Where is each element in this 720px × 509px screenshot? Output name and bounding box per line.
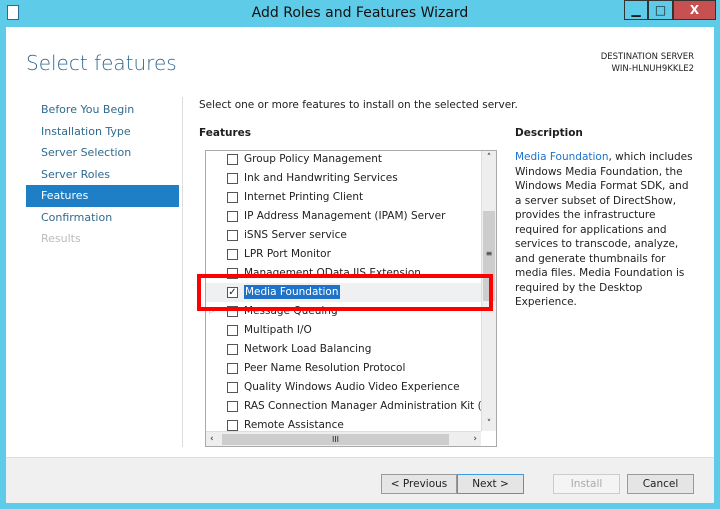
feature-item[interactable]: Network Load Balancing	[206, 340, 481, 359]
divider	[182, 97, 183, 447]
description-body: , which includes Windows Media Foundatio…	[515, 151, 693, 308]
nav-step[interactable]: Confirmation	[26, 207, 179, 229]
scroll-up-icon[interactable]: ˄	[482, 151, 496, 165]
features-label: Features	[199, 127, 251, 139]
hscroll-thumb[interactable]: III	[222, 434, 449, 445]
footer: < Previous Next > Install Cancel	[6, 457, 714, 503]
next-button[interactable]: Next >	[457, 474, 524, 494]
feature-checkbox[interactable]	[227, 420, 238, 431]
description-link[interactable]: Media Foundation	[515, 151, 609, 163]
page-title: Select features	[26, 51, 177, 75]
nav-step[interactable]: Server Selection	[26, 142, 179, 164]
feature-item[interactable]: Internet Printing Client	[206, 188, 481, 207]
feature-checkbox[interactable]	[227, 344, 238, 355]
feature-checkbox[interactable]	[227, 249, 238, 260]
feature-label: Group Policy Management	[244, 153, 383, 165]
cancel-button[interactable]: Cancel	[627, 474, 694, 494]
feature-item[interactable]: Group Policy Management	[206, 151, 481, 169]
feature-checkbox[interactable]	[227, 382, 238, 393]
feature-checkbox[interactable]	[227, 154, 238, 165]
feature-label: Multipath I/O	[244, 324, 312, 336]
destination-label: DESTINATION SERVER	[600, 52, 694, 62]
feature-label: Quality Windows Audio Video Experience	[244, 381, 460, 393]
maximize-button[interactable]: □	[648, 0, 673, 20]
feature-checkbox[interactable]	[227, 230, 238, 241]
feature-checkbox[interactable]	[227, 173, 238, 184]
feature-item[interactable]: RAS Connection Manager Administration Ki…	[206, 397, 481, 416]
feature-checkbox[interactable]	[227, 192, 238, 203]
feature-label: IP Address Management (IPAM) Server	[244, 210, 446, 222]
description-text: Media Foundation, which includes Windows…	[515, 150, 695, 310]
nav-step[interactable]: Server Roles	[26, 164, 179, 186]
feature-label: LPR Port Monitor	[244, 248, 331, 260]
feature-label: Peer Name Resolution Protocol	[244, 362, 406, 374]
description-label: Description	[515, 127, 583, 139]
install-button: Install	[553, 474, 620, 494]
title-bar: Add Roles and Features Wizard ▁ □ X	[0, 0, 720, 27]
feature-item[interactable]: iSNS Server service	[206, 226, 481, 245]
instructions: Select one or more features to install o…	[199, 99, 518, 111]
previous-button[interactable]: < Previous	[381, 474, 457, 494]
window-title: Add Roles and Features Wizard	[251, 5, 469, 21]
scroll-left-icon[interactable]: ‹	[210, 432, 214, 446]
feature-item[interactable]: Quality Windows Audio Video Experience	[206, 378, 481, 397]
nav-step[interactable]: Before You Begin	[26, 99, 179, 121]
feature-label: Network Load Balancing	[244, 343, 372, 355]
feature-checkbox[interactable]	[227, 211, 238, 222]
destination-server-name: WIN-HLNUH9KKLE2	[611, 64, 694, 74]
nav-step[interactable]: Installation Type	[26, 121, 179, 143]
feature-checkbox[interactable]	[227, 401, 238, 412]
feature-item[interactable]: LPR Port Monitor	[206, 245, 481, 264]
minimize-button[interactable]: ▁	[624, 0, 648, 20]
close-button[interactable]: X	[673, 0, 716, 20]
feature-item[interactable]: IP Address Management (IPAM) Server	[206, 207, 481, 226]
wizard-steps: Before You Begin Installation Type Server …	[26, 99, 179, 250]
feature-checkbox[interactable]	[227, 363, 238, 374]
scroll-right-icon[interactable]: ›	[473, 432, 477, 446]
scroll-down-icon[interactable]: ˅	[482, 417, 496, 431]
horizontal-scrollbar[interactable]: ‹ III ›	[206, 431, 481, 446]
feature-label: Internet Printing Client	[244, 191, 364, 203]
feature-label: RAS Connection Manager Administration Ki…	[244, 400, 481, 412]
feature-label: Ink and Handwriting Services	[244, 172, 398, 184]
feature-item[interactable]: Multipath I/O	[206, 321, 481, 340]
nav-step: Results	[41, 232, 81, 245]
highlight-annotation	[197, 274, 493, 311]
feature-item[interactable]: Ink and Handwriting Services	[206, 169, 481, 188]
feature-item[interactable]: Peer Name Resolution Protocol	[206, 359, 481, 378]
destination-server: DESTINATION SERVER WIN-HLNUH9KKLE2	[601, 51, 694, 75]
feature-label: iSNS Server service	[244, 229, 347, 241]
feature-checkbox[interactable]	[227, 325, 238, 336]
wizard-body: Select features DESTINATION SERVER WIN-H…	[6, 27, 714, 503]
nav-step[interactable]: Features	[26, 185, 179, 207]
